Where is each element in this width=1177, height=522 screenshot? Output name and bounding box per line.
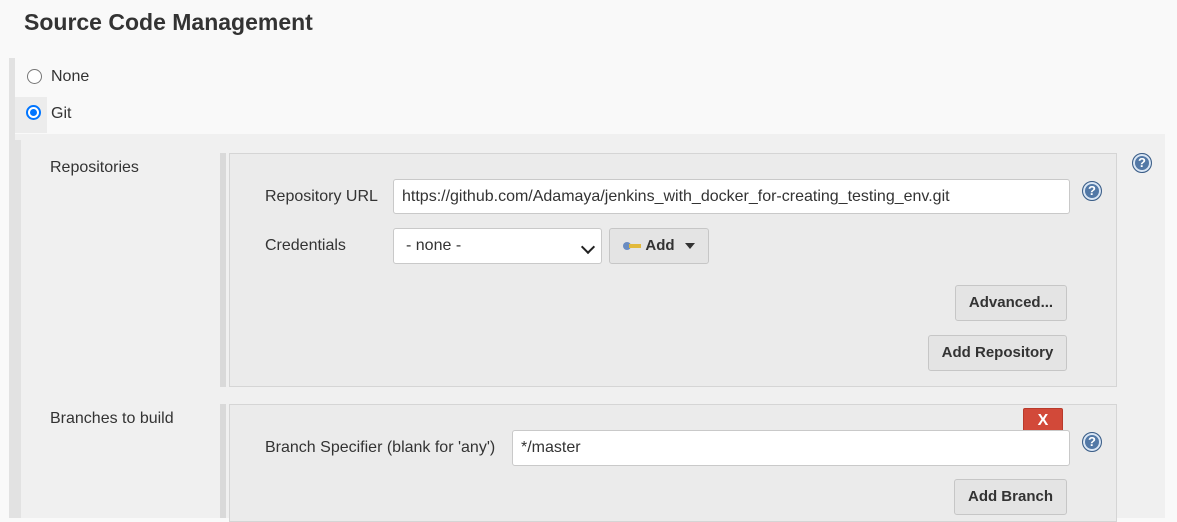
branch-specifier-help-icon[interactable]: ? <box>1082 432 1102 452</box>
branch-specifier-label: Branch Specifier (blank for 'any') <box>265 439 496 456</box>
repositories-box-bar <box>220 153 226 387</box>
repositories-label: Repositories <box>50 159 139 176</box>
credentials-selected-value: - none - <box>406 237 462 254</box>
credentials-label: Credentials <box>265 237 346 254</box>
section-title: Source Code Management <box>24 9 313 35</box>
help-icon[interactable]: ? <box>1132 153 1152 173</box>
add-branch-button[interactable]: Add Branch <box>954 479 1067 515</box>
radio-git-label[interactable]: Git <box>51 104 71 124</box>
chevron-down-icon <box>580 239 596 255</box>
key-icon <box>623 241 642 251</box>
add-credentials-button[interactable]: Add <box>609 228 709 264</box>
repository-url-help-icon[interactable]: ? <box>1082 181 1102 201</box>
credentials-select[interactable]: - none - <box>393 228 602 264</box>
branch-specifier-input[interactable]: */master <box>512 430 1070 466</box>
advanced-button[interactable]: Advanced... <box>955 285 1067 321</box>
add-repository-button[interactable]: Add Repository <box>928 335 1067 371</box>
caret-down-icon <box>684 243 695 250</box>
git-panel-bar <box>15 140 21 518</box>
branches-box-bar <box>220 404 226 518</box>
radio-none-label[interactable]: None <box>51 67 89 87</box>
radio-none[interactable] <box>27 69 42 84</box>
branches-label: Branches to build <box>50 410 174 427</box>
add-credentials-label: Add <box>645 237 675 254</box>
radio-git[interactable] <box>26 105 41 120</box>
repository-url-label: Repository URL <box>265 188 378 205</box>
repository-url-input[interactable]: https://github.com/Adamaya/jenkins_with_… <box>393 179 1070 214</box>
